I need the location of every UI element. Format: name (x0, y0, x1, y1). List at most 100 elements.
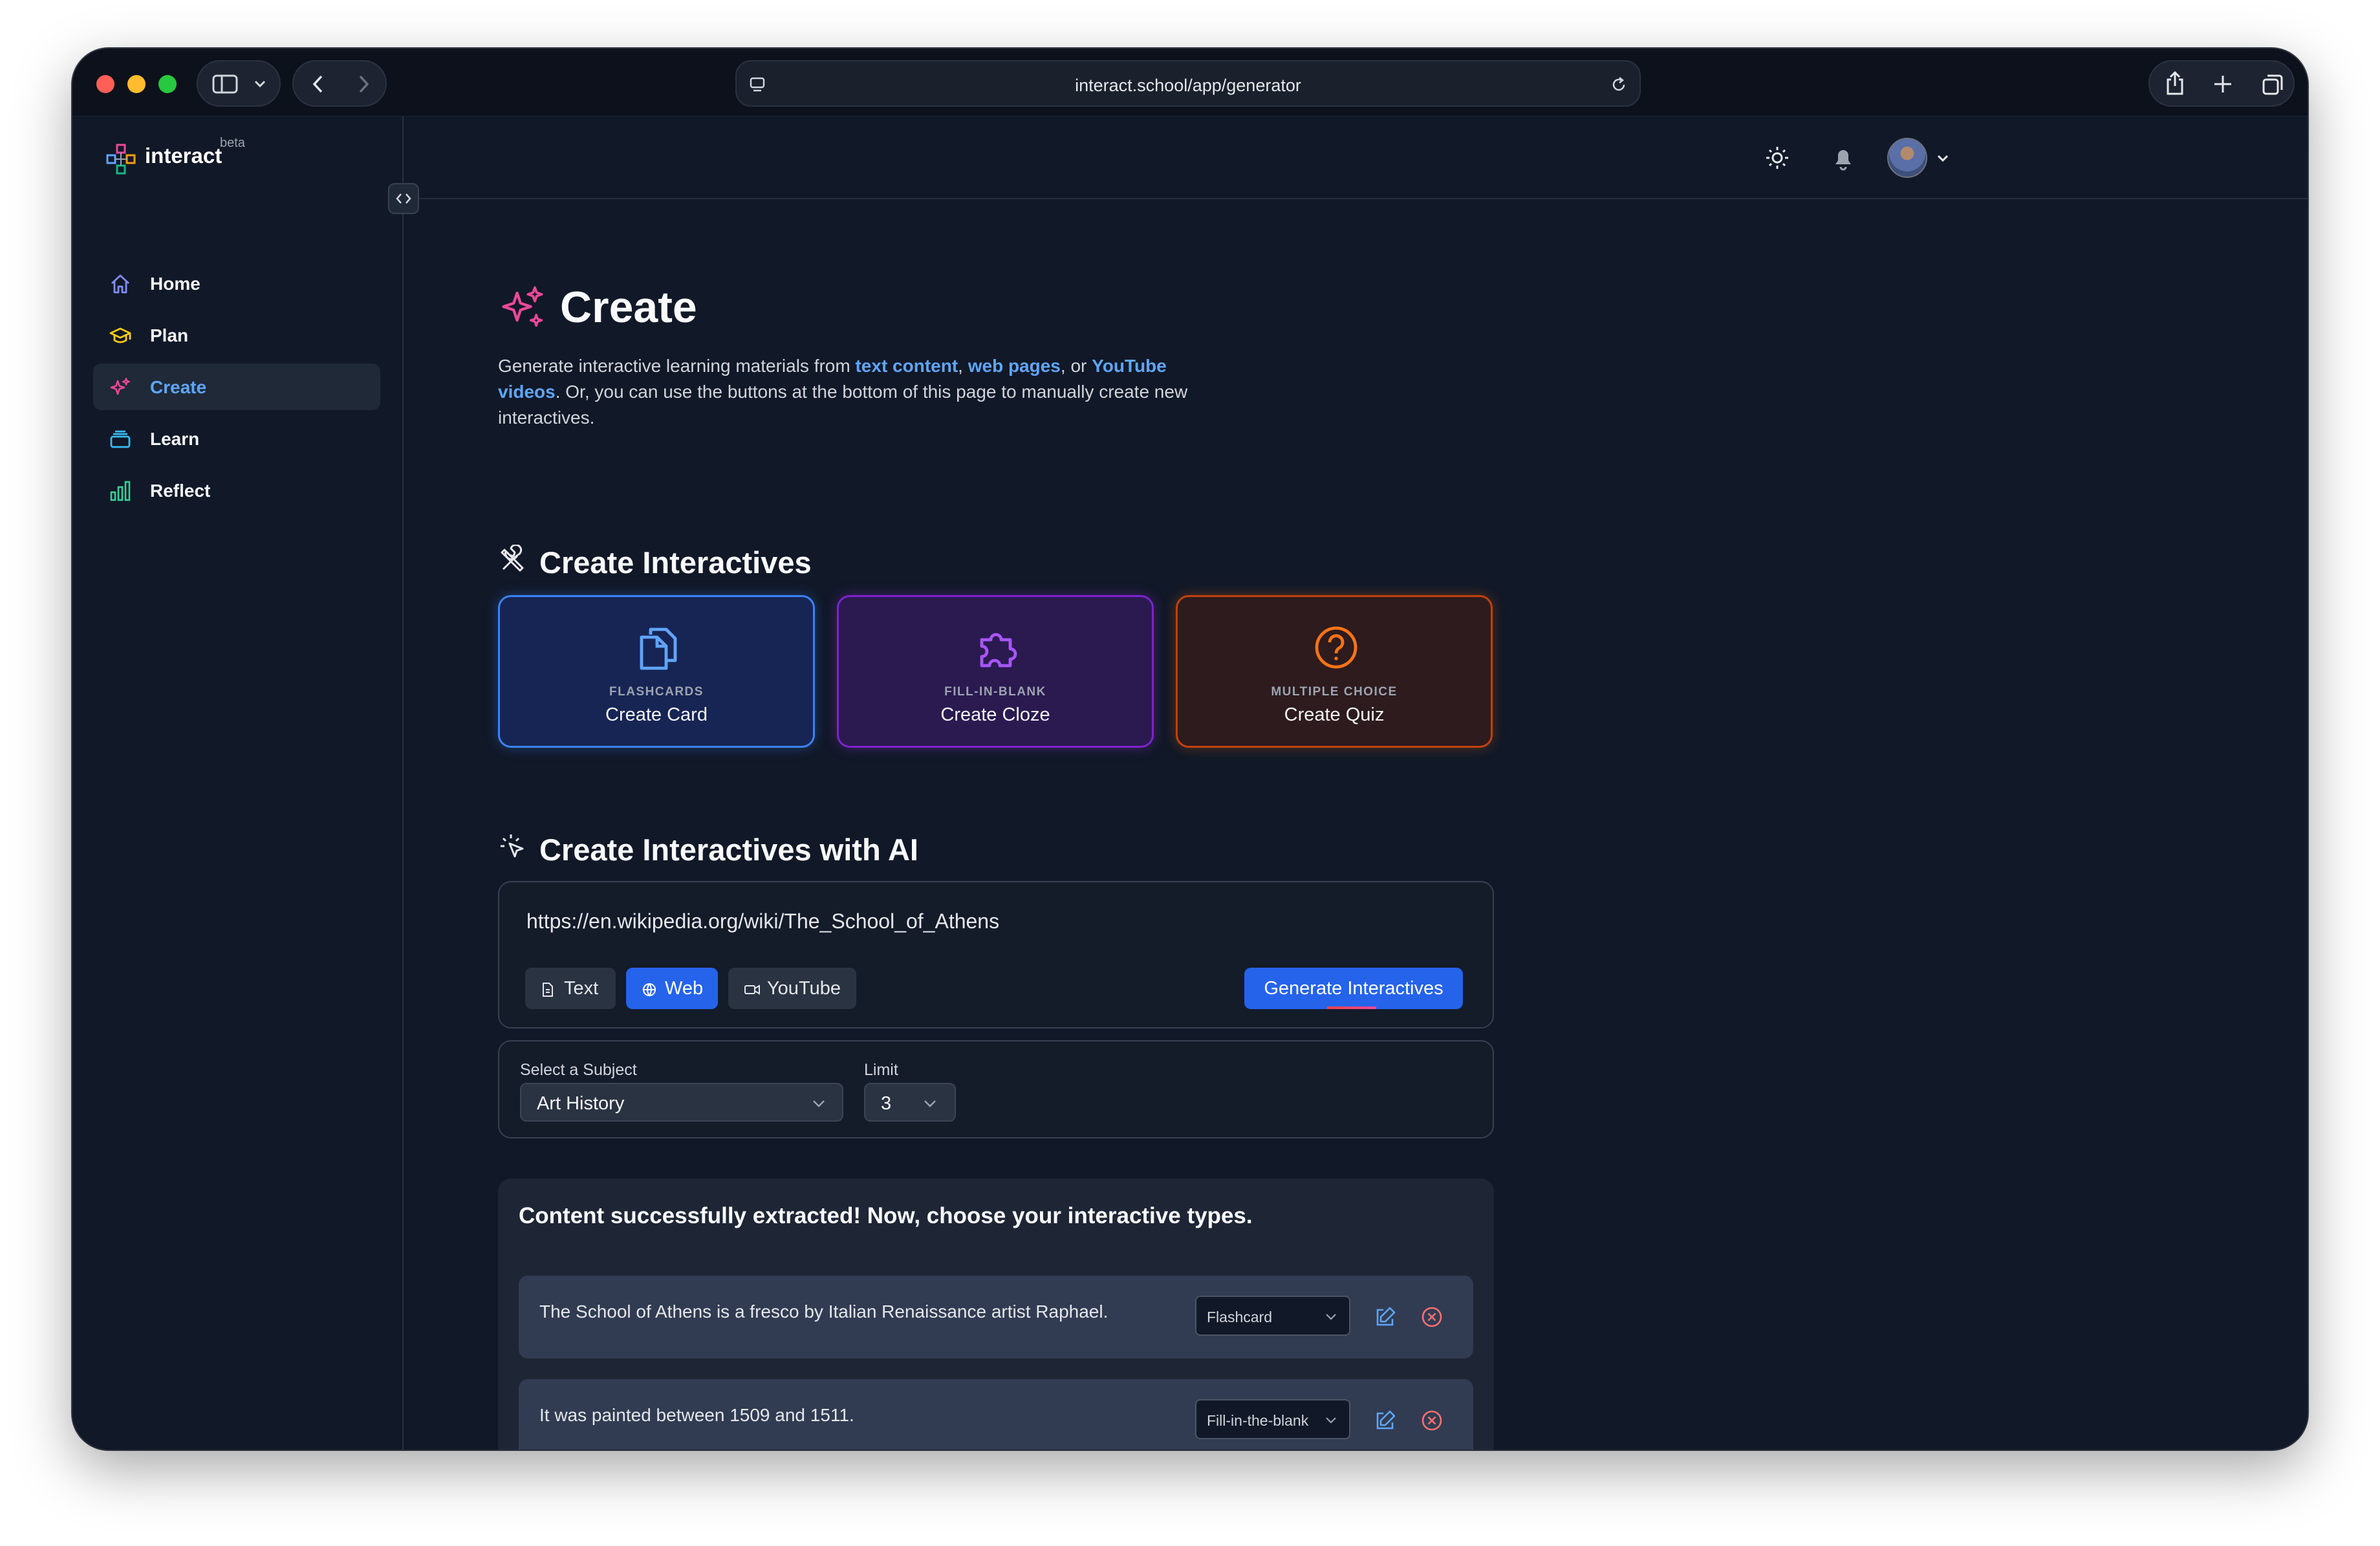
create-ai-heading: Create Interactives with AI (539, 833, 918, 867)
interact-logo-icon[interactable] (105, 142, 138, 176)
statement-text: It was painted between 1509 and 1511. (539, 1405, 854, 1425)
card-title: Create Quiz (1284, 704, 1385, 725)
collapse-sidebar-button[interactable] (388, 183, 419, 214)
card-kicker: FILL-IN-BLANK (944, 685, 1046, 699)
sidebar-item-plan[interactable]: Plan (93, 312, 380, 358)
web-pages-link[interactable]: web pages (968, 356, 1061, 376)
card-title: Create Card (605, 704, 708, 725)
reload-icon[interactable] (1610, 76, 1628, 94)
new-tab-icon[interactable] (2212, 73, 2234, 95)
page-description: Generate interactive learning materials … (498, 353, 1222, 431)
remove-icon[interactable] (1420, 1305, 1444, 1329)
video-camera-icon (744, 985, 760, 995)
page-title: Create (560, 283, 697, 332)
logo-text[interactable]: interact (145, 144, 222, 168)
sidebar-item-label: Create (150, 377, 207, 397)
extraction-results: Content successfully extracted! Now, cho… (498, 1179, 1494, 1450)
chevron-down-icon[interactable] (1936, 154, 1949, 163)
limit-select[interactable]: 3 (864, 1083, 956, 1122)
edit-icon[interactable] (1374, 1305, 1397, 1329)
chevron-down-icon (813, 1100, 825, 1107)
generation-options: Select a Subject Art History Limit 3 (498, 1040, 1494, 1138)
bell-icon[interactable] (1830, 144, 1856, 172)
url-text: interact.school/app/generator (1075, 76, 1301, 95)
interactive-type-select[interactable]: Flashcard (1195, 1296, 1350, 1336)
share-icon[interactable] (2164, 71, 2186, 96)
create-interactives-heading: Create Interactives (539, 545, 812, 580)
intro-text: , or (1060, 356, 1092, 376)
interactive-type-select[interactable]: Fill-in-the-blank (1195, 1399, 1350, 1439)
ai-source-panel: https://en.wikipedia.org/wiki/The_School… (498, 881, 1494, 1029)
question-circle-icon (1315, 626, 1358, 669)
sidebar-item-reflect[interactable]: Reflect (93, 467, 380, 514)
sidebar-item-label: Reflect (150, 481, 211, 501)
sidebar-item-home[interactable]: Home (93, 260, 380, 307)
limit-label: Limit (864, 1061, 898, 1079)
sun-icon[interactable] (1764, 145, 1790, 171)
puzzle-icon (980, 633, 1017, 668)
sidebar-item-create[interactable]: Create (93, 364, 380, 410)
beta-badge: beta (220, 136, 245, 150)
create-cloze-button[interactable]: FILL-IN-BLANK Create Cloze (837, 595, 1154, 748)
sparkles-icon (110, 377, 131, 395)
globe-icon (643, 983, 656, 997)
source-url-input[interactable]: https://en.wikipedia.org/wiki/The_School… (526, 909, 999, 933)
generate-interactives-button[interactable]: Generate Interactives (1244, 968, 1463, 1009)
bar-chart-icon (110, 481, 131, 501)
sidebar-item-learn[interactable]: Learn (93, 415, 380, 462)
browser-toolbar: interact.school/app/generator (72, 49, 2308, 116)
edit-icon[interactable] (1374, 1409, 1397, 1432)
graduation-cap-icon (109, 327, 131, 343)
card-kicker: FLASHCARDS (609, 685, 704, 699)
source-label: Web (665, 978, 704, 999)
create-quiz-button[interactable]: MULTIPLE CHOICE Create Quiz (1176, 595, 1493, 748)
back-icon[interactable] (310, 74, 326, 94)
sparkles-icon (502, 286, 543, 327)
tools-icon (501, 545, 524, 572)
source-label: YouTube (767, 978, 841, 999)
text-content-link[interactable]: text content (855, 356, 958, 376)
source-text-button[interactable]: Text (525, 968, 616, 1009)
intro-text: . Or, you can use the buttons at the bot… (498, 382, 1188, 428)
documents-icon (640, 627, 677, 670)
chevron-down-icon (924, 1100, 936, 1107)
subject-select[interactable]: Art History (520, 1083, 843, 1122)
sidebar-icon (212, 74, 238, 94)
source-youtube-button[interactable]: YouTube (728, 968, 856, 1009)
source-web-button[interactable]: Web (626, 968, 718, 1009)
subject-label: Select a Subject (520, 1061, 637, 1079)
results-heading: Content successfully extracted! Now, cho… (519, 1203, 1253, 1228)
code-brackets-icon (396, 193, 411, 204)
avatar[interactable] (1887, 138, 1927, 178)
maximize-window-button[interactable] (158, 75, 177, 93)
sidebar-item-label: Learn (150, 429, 200, 449)
create-card-button[interactable]: FLASHCARDS Create Card (498, 595, 815, 748)
address-bar[interactable]: interact.school/app/generator (735, 60, 1641, 107)
home-icon (111, 274, 129, 294)
sidebar-toggle-button[interactable] (197, 60, 281, 107)
app-header (405, 116, 2308, 199)
stack-icon (110, 430, 131, 448)
card-kicker: MULTIPLE CHOICE (1271, 685, 1398, 699)
minimize-window-button[interactable] (127, 75, 146, 93)
limit-value: 3 (881, 1093, 892, 1114)
list-item: The School of Athens is a fresco by Ital… (519, 1276, 1473, 1358)
intro-text: Generate interactive learning materials … (498, 356, 856, 376)
sidebar-item-label: Home (150, 274, 200, 294)
main-content: Create Generate interactive learning mat… (405, 116, 2308, 1450)
history-nav (292, 60, 387, 107)
chevron-down-icon (254, 80, 266, 88)
intro-text: , (958, 356, 968, 376)
remove-icon[interactable] (1420, 1409, 1444, 1432)
subject-value: Art History (537, 1093, 625, 1114)
source-label: Text (564, 978, 599, 999)
ai-cursor-icon (501, 834, 524, 858)
browser-window: interact.school/app/generator interact b… (72, 49, 2308, 1450)
window-actions (2148, 60, 2295, 107)
tab-overview-icon[interactable] (2261, 73, 2284, 96)
sidebar: interact beta Home Plan Create Learn Ref… (72, 116, 404, 1450)
statement-text: The School of Athens is a fresco by Ital… (539, 1301, 1109, 1322)
close-window-button[interactable] (96, 75, 114, 93)
type-value: Fill-in-the-blank (1207, 1412, 1309, 1429)
forward-icon[interactable] (356, 74, 371, 94)
